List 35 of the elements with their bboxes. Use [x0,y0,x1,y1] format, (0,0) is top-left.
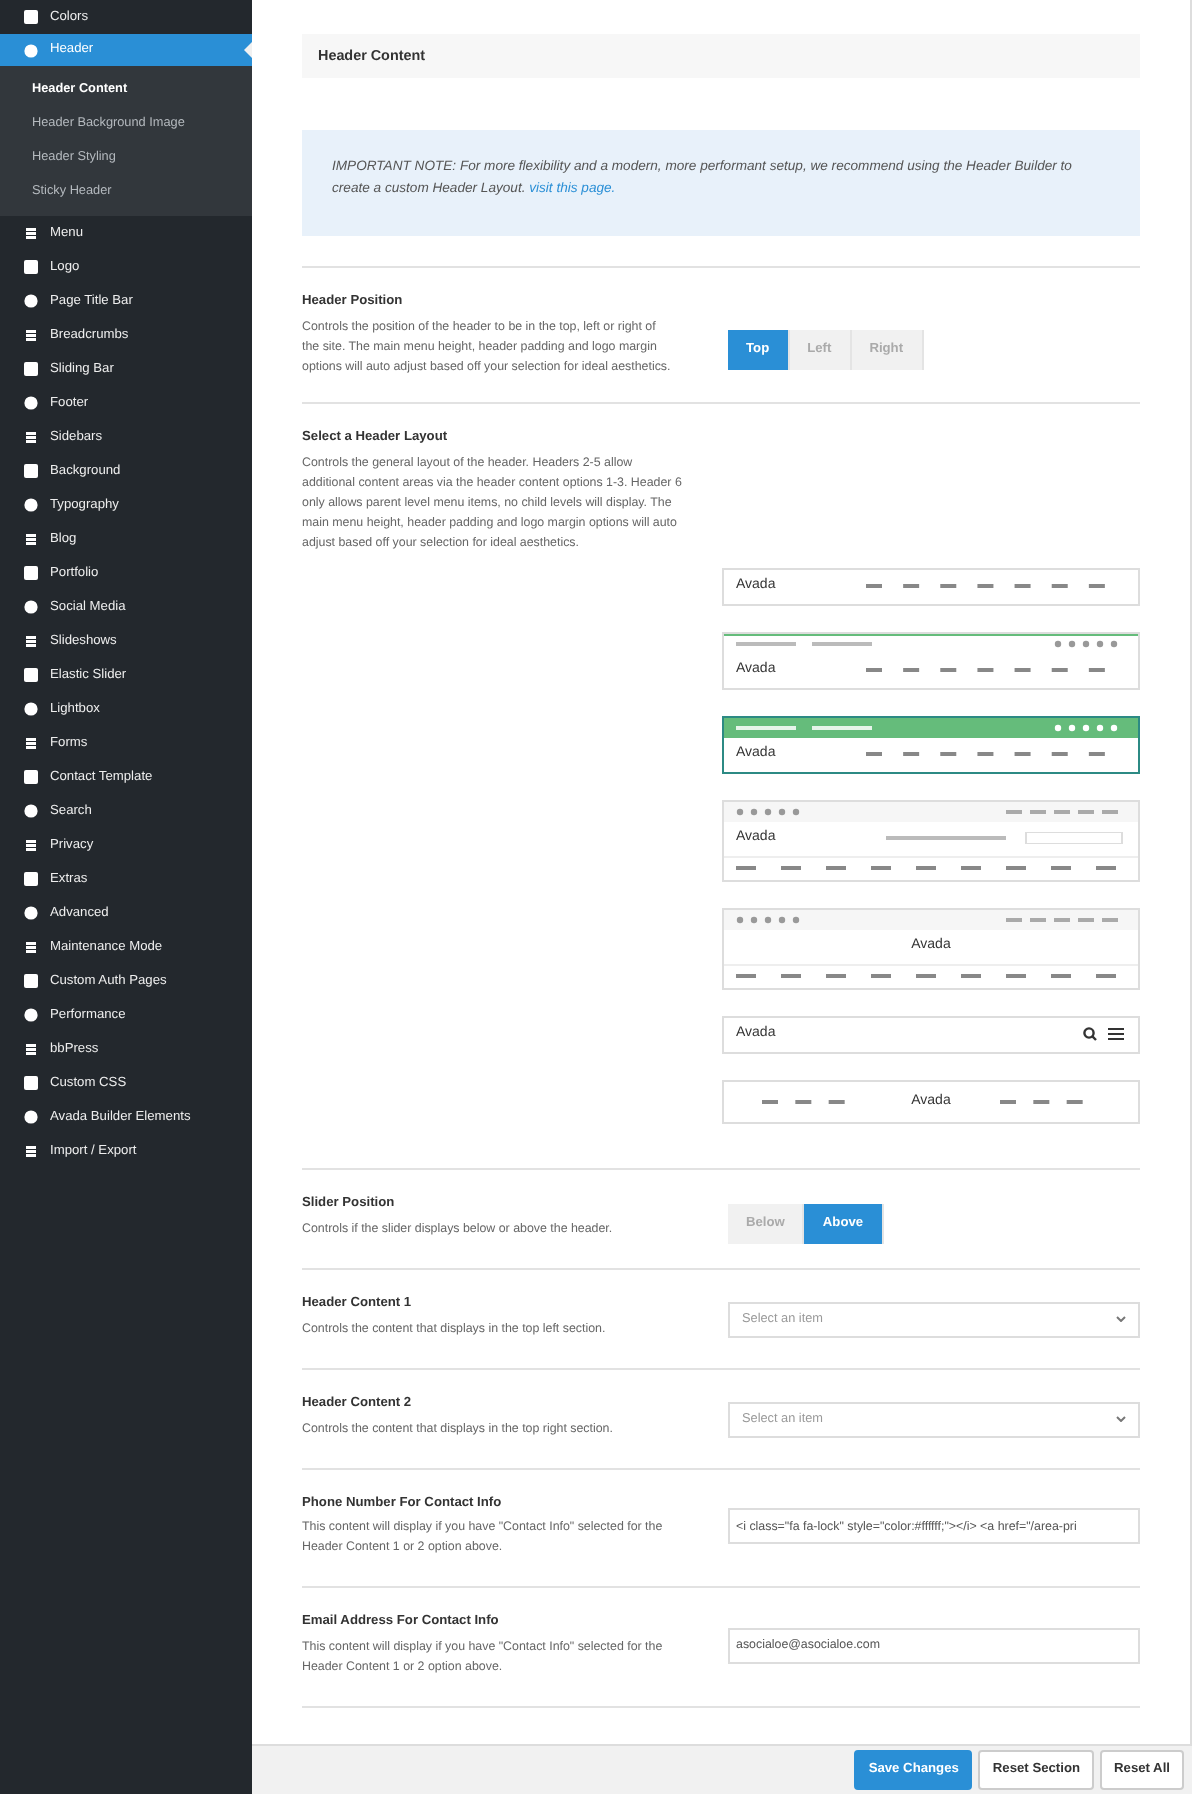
list-icon [24,226,38,240]
circle-icon [24,43,38,57]
circle-icon [24,702,38,716]
circle-icon [24,600,38,614]
square-icon [24,668,38,682]
circle-icon [24,498,38,512]
search-and-menu-icons [1082,1026,1126,1043]
square-icon [24,10,38,24]
list-icon [24,838,38,852]
caret-icon [1116,1316,1126,1323]
circle-icon [24,1008,38,1022]
square-icon [24,260,38,274]
circle-icon [24,294,38,308]
square-icon [24,1076,38,1090]
contact-info-drawing [736,640,876,649]
list-icon [24,1042,38,1056]
list-icon [24,328,38,342]
list-icon [24,634,38,648]
square-icon [24,566,38,580]
square-icon [24,974,38,988]
square-icon [24,872,38,886]
square-icon [24,770,38,784]
list-icon [24,430,38,444]
list-icon [24,532,38,546]
square-icon [24,362,38,376]
circle-icon [24,1110,38,1124]
contact-info-drawing [736,723,876,732]
circle-icon [24,396,38,410]
list-icon [24,1144,38,1158]
list-icon [24,940,38,954]
caret-icon [1116,1416,1126,1423]
circle-icon [24,804,38,818]
circle-icon [24,906,38,920]
square-icon [24,464,38,478]
list-icon [24,736,38,750]
